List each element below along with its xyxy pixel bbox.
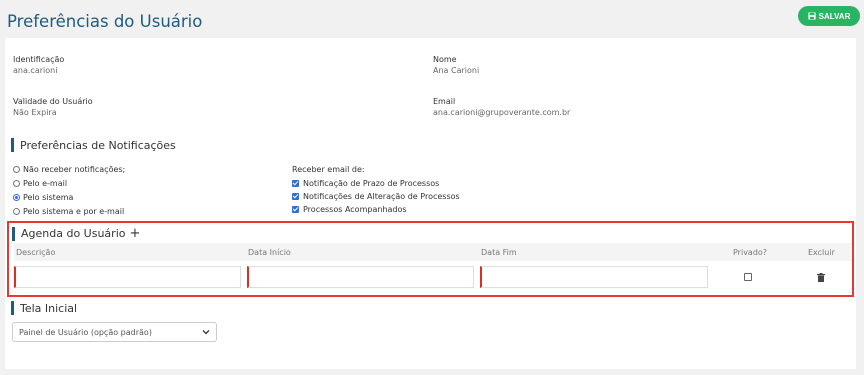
identificacao-field: Identificação ana.carioni [13,54,64,76]
checkbox-option[interactable]: Processos Acompanhados [292,205,407,214]
trash-icon[interactable] [817,273,825,282]
email-label: Email [433,97,456,106]
save-button[interactable]: SALVAR [798,6,860,26]
checkbox-label: Notificação de Prazo de Processos [303,179,440,188]
identificacao-value: ana.carioni [13,66,58,75]
checkbox-checked[interactable] [292,206,299,213]
radio-option[interactable]: Pelo e-mail [13,179,67,188]
col-excluir: Excluir [808,248,835,257]
receive-email-label: Receber email de: [292,165,365,174]
tela-inicial-selected: Painel de Usuário (opção padrão) [19,327,152,337]
data-fim-input[interactable] [480,266,708,288]
tela-inicial-title: Tela Inicial [20,301,78,315]
save-button-label: SALVAR [818,11,851,21]
validade-field: Validade do Usuário Não Expira [13,96,93,118]
radio-label: Não receber notificações; [23,165,126,174]
nome-label: Nome [433,55,457,64]
radio-button[interactable] [13,166,20,173]
email-field: Email ana.carioni@grupoverante.com.br [433,96,570,118]
radio-label: Pelo e-mail [23,179,68,188]
page-title: Preferências do Usuário [7,12,203,31]
preferences-card: Identificação ana.carioni Nome Ana Cario… [5,38,856,369]
col-privado: Privado? [733,248,768,257]
validade-label: Validade do Usuário [13,97,93,106]
agenda-table-header: Descrição Data Início Data Fim Privado? … [14,243,851,261]
privado-checkbox[interactable] [744,273,752,281]
agenda-section: Agenda do Usuário + Descrição Data Iníci… [7,221,854,297]
radio-button[interactable] [13,208,20,215]
radio-option[interactable]: Pelo sistema [13,193,73,202]
radio-button[interactable] [13,180,20,187]
chevron-down-icon [202,330,210,335]
checkbox-label: Notificações de Alteração de Processos [303,192,460,201]
radio-option[interactable]: Pelo sistema e por e-mail [13,207,124,216]
nome-field: Nome Ana Carioni [433,54,479,76]
radio-option[interactable]: Não receber notificações; [13,165,125,174]
radio-label: Pelo sistema e por e-mail [23,207,125,216]
validade-value: Não Expira [13,108,57,117]
col-data-inicio: Data Início [248,248,291,257]
agenda-heading: Agenda do Usuário + [12,226,140,241]
col-descricao: Descrição [16,248,56,257]
section-bar [11,138,14,152]
notifications-title: Preferências de Notificações [20,138,176,152]
col-data-fim: Data Fim [481,248,517,257]
add-agenda-button[interactable]: + [129,226,140,241]
data-inicio-input[interactable] [247,266,474,288]
save-icon [808,12,816,20]
agenda-title: Agenda do Usuário [21,227,126,240]
checkbox-checked[interactable] [292,180,299,187]
email-value: ana.carioni@grupoverante.com.br [433,108,571,117]
section-bar [11,301,14,315]
notifications-heading: Preferências de Notificações [11,138,176,152]
checkbox-option[interactable]: Notificação de Prazo de Processos [292,179,439,188]
nome-value: Ana Carioni [433,66,480,75]
tela-inicial-heading: Tela Inicial [11,301,77,315]
checkbox-option[interactable]: Notificações de Alteração de Processos [292,192,460,201]
identificacao-label: Identificação [13,55,65,64]
checkbox-checked[interactable] [292,193,299,200]
radio-button-selected[interactable] [13,194,20,201]
checkbox-label: Processos Acompanhados [303,205,407,214]
section-bar [12,226,15,241]
descricao-input[interactable] [14,266,241,288]
radio-label: Pelo sistema [23,193,74,202]
tela-inicial-select[interactable]: Painel de Usuário (opção padrão) [12,322,217,342]
